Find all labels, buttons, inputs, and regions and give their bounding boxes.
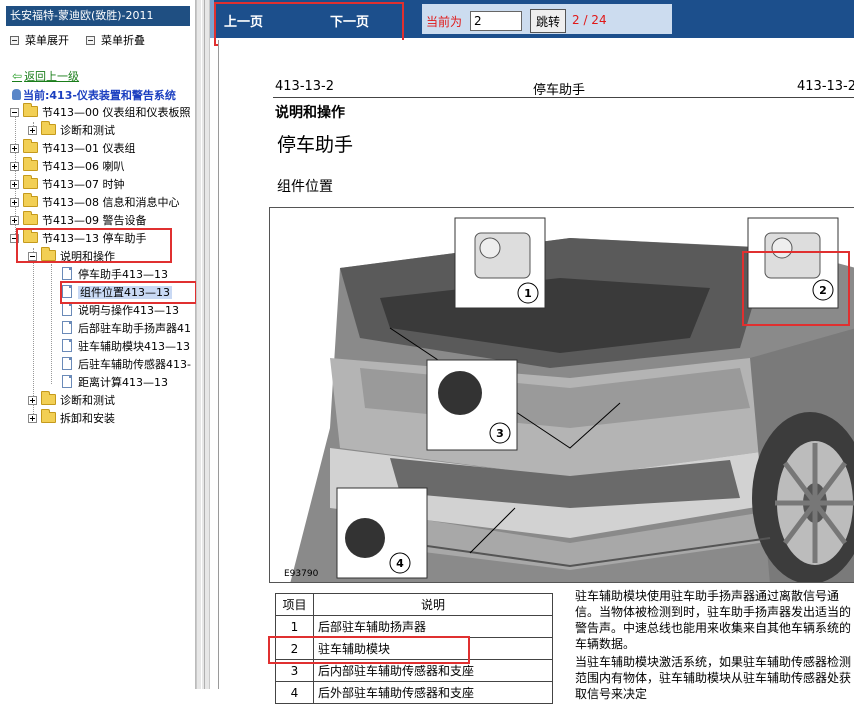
- page-toolbar: 上一页 下一页 当前为 跳转 2 / 24: [210, 0, 854, 38]
- collapse-toggle-icon[interactable]: [28, 252, 37, 261]
- document-icon: [62, 303, 72, 316]
- header-left: 413-13-2: [275, 79, 335, 94]
- subheading: 组件位置: [277, 179, 333, 195]
- location-pin-icon: [12, 89, 21, 100]
- folder-icon: [41, 409, 56, 423]
- expand-toggle-icon[interactable]: [10, 162, 19, 171]
- expand-toggle-icon[interactable]: [10, 180, 19, 189]
- table-row: 4 后外部驻车辅助传感器和支座: [275, 681, 553, 704]
- callout-3: 3: [496, 427, 504, 440]
- expand-toggle-icon[interactable]: [10, 198, 19, 207]
- content-pane: 上一页 下一页 当前为 跳转 2 / 24 413-13-2 停车助手 413-…: [210, 0, 854, 704]
- back-link[interactable]: ⇦ 返回上一级: [12, 68, 79, 84]
- tree-node-413-13[interactable]: 节413—13 停车助手: [10, 229, 147, 248]
- expand-icon: [10, 36, 19, 45]
- header-right: 413-13-2: [797, 79, 854, 94]
- parts-table: 项目 说明 1 后部驻车辅助扬声器 2 驻车辅助模块 3 后内部驻车辅助传感器和…: [275, 593, 553, 704]
- tree-node-413-01[interactable]: 节413—01 仪表组: [10, 139, 136, 158]
- page-title: 停车助手: [277, 134, 354, 156]
- callout-2: 2: [819, 284, 827, 297]
- tree-node-removal-install[interactable]: 拆卸和安装: [28, 409, 115, 428]
- folder-icon: [41, 391, 56, 405]
- page-number-input[interactable]: [470, 11, 522, 31]
- collapse-toggle-icon[interactable]: [10, 234, 19, 243]
- table-header-row: 项目 说明: [275, 593, 553, 616]
- tree-node-413-07[interactable]: 节413—07 时钟: [10, 175, 125, 194]
- col-desc-header: 说明: [313, 593, 553, 616]
- tree-node-diagnosis[interactable]: 诊断和测试: [28, 121, 115, 140]
- back-arrow-icon: ⇦: [12, 69, 23, 83]
- document-icon: [62, 339, 72, 352]
- col-item-header: 项目: [275, 593, 314, 616]
- current-page-label: 当前为: [426, 15, 463, 29]
- app-title: 长安福特-蒙迪欧(致胜)-2011: [6, 6, 190, 26]
- expand-toggle-icon[interactable]: [28, 126, 37, 135]
- expand-toggle-icon[interactable]: [28, 414, 37, 423]
- car-rear-illustration: 1 2 3 4: [270, 208, 854, 582]
- table-row: 3 后内部驻车辅助传感器和支座: [275, 659, 553, 682]
- callout-1: 1: [524, 287, 532, 300]
- folder-icon: [23, 139, 38, 153]
- folder-icon: [41, 121, 56, 135]
- figure-code: E93790: [284, 569, 319, 579]
- table-row: 1 后部驻车辅助扬声器: [275, 615, 553, 638]
- menu-expand-button[interactable]: 菜单展开: [10, 34, 69, 48]
- tree-doc-parking-module[interactable]: 驻车辅助模块413—13: [62, 338, 190, 356]
- tree-pane: 长安福特-蒙迪欧(致胜)-2011 菜单展开 菜单折叠 ⇦ 返回上一级 当前:41…: [0, 0, 197, 689]
- expand-toggle-icon[interactable]: [10, 216, 19, 225]
- collapse-icon: [86, 36, 95, 45]
- expand-toggle-icon[interactable]: [10, 144, 19, 153]
- document-page: 413-13-2 停车助手 413-13-2 说明和操作 停车助手 组件位置 1…: [218, 40, 854, 704]
- pane-splitter[interactable]: [196, 0, 210, 689]
- document-icon: [62, 375, 72, 388]
- page-count: 2 / 24: [572, 13, 607, 27]
- table-row: 2 驻车辅助模块: [275, 637, 553, 660]
- tree-doc-distance-calc[interactable]: 距离计算413—13: [62, 374, 168, 392]
- current-section-label: 当前:413-仪表装置和警告系统: [12, 87, 176, 103]
- document-icon: [62, 321, 72, 334]
- tree-node-diagnosis-2[interactable]: 诊断和测试: [28, 391, 115, 410]
- jump-button[interactable]: 跳转: [530, 9, 566, 33]
- folder-icon: [23, 157, 38, 171]
- expand-toggle-icon[interactable]: [28, 396, 37, 405]
- page-nav-panel: 当前为 跳转 2 / 24: [422, 4, 672, 34]
- document-icon: [62, 357, 72, 370]
- folder-open-icon: [23, 103, 38, 117]
- folder-icon: [23, 211, 38, 225]
- tree-node-413-08[interactable]: 节413—08 信息和消息中心: [10, 193, 180, 212]
- header-center: 停车助手: [533, 83, 586, 98]
- component-location-illustration: 1 2 3 4 E93790: [269, 207, 854, 583]
- tree-doc-rear-speaker[interactable]: 后部驻车助手扬声器41: [62, 320, 191, 338]
- callout-4: 4: [396, 557, 404, 570]
- prev-page-button[interactable]: 上一页: [224, 11, 263, 30]
- folder-open-icon: [41, 247, 56, 261]
- tree-node-413-06[interactable]: 节413—06 喇叭: [10, 157, 125, 176]
- menu-collapse-button[interactable]: 菜单折叠: [86, 34, 145, 48]
- document-icon: [62, 267, 72, 280]
- tree-doc-component-location[interactable]: 组件位置413—13: [62, 284, 172, 302]
- tree-doc-rear-sensor[interactable]: 后驻车辅助传感器413-: [62, 356, 191, 374]
- folder-icon: [23, 175, 38, 189]
- next-page-button[interactable]: 下一页: [330, 11, 369, 30]
- description-paragraph-2: 当驻车辅助模块激活系统，如果驻车辅助传感器检测范围内有物体，驻车辅助模块从驻车辅…: [575, 655, 852, 701]
- tree-node-description-operation[interactable]: 说明和操作: [28, 247, 115, 266]
- tree-node-413-00[interactable]: 节413—00 仪表组和仪表板照: [10, 103, 191, 122]
- folder-icon: [23, 193, 38, 207]
- tree-node-413-09[interactable]: 节413—09 警告设备: [10, 211, 147, 230]
- document-icon: [62, 285, 72, 298]
- folder-open-icon: [23, 229, 38, 243]
- tree-doc-parking-aid[interactable]: 停车助手413—13: [62, 266, 168, 284]
- section-title: 说明和操作: [275, 105, 345, 121]
- description-paragraph-1: 驻车辅助模块使用驻车助手扬声器通过离散信号通信。当物体被检测到时，驻车助手扬声器…: [575, 589, 852, 651]
- collapse-toggle-icon[interactable]: [10, 108, 19, 117]
- tree-doc-description-operation[interactable]: 说明与操作413—13: [62, 302, 179, 320]
